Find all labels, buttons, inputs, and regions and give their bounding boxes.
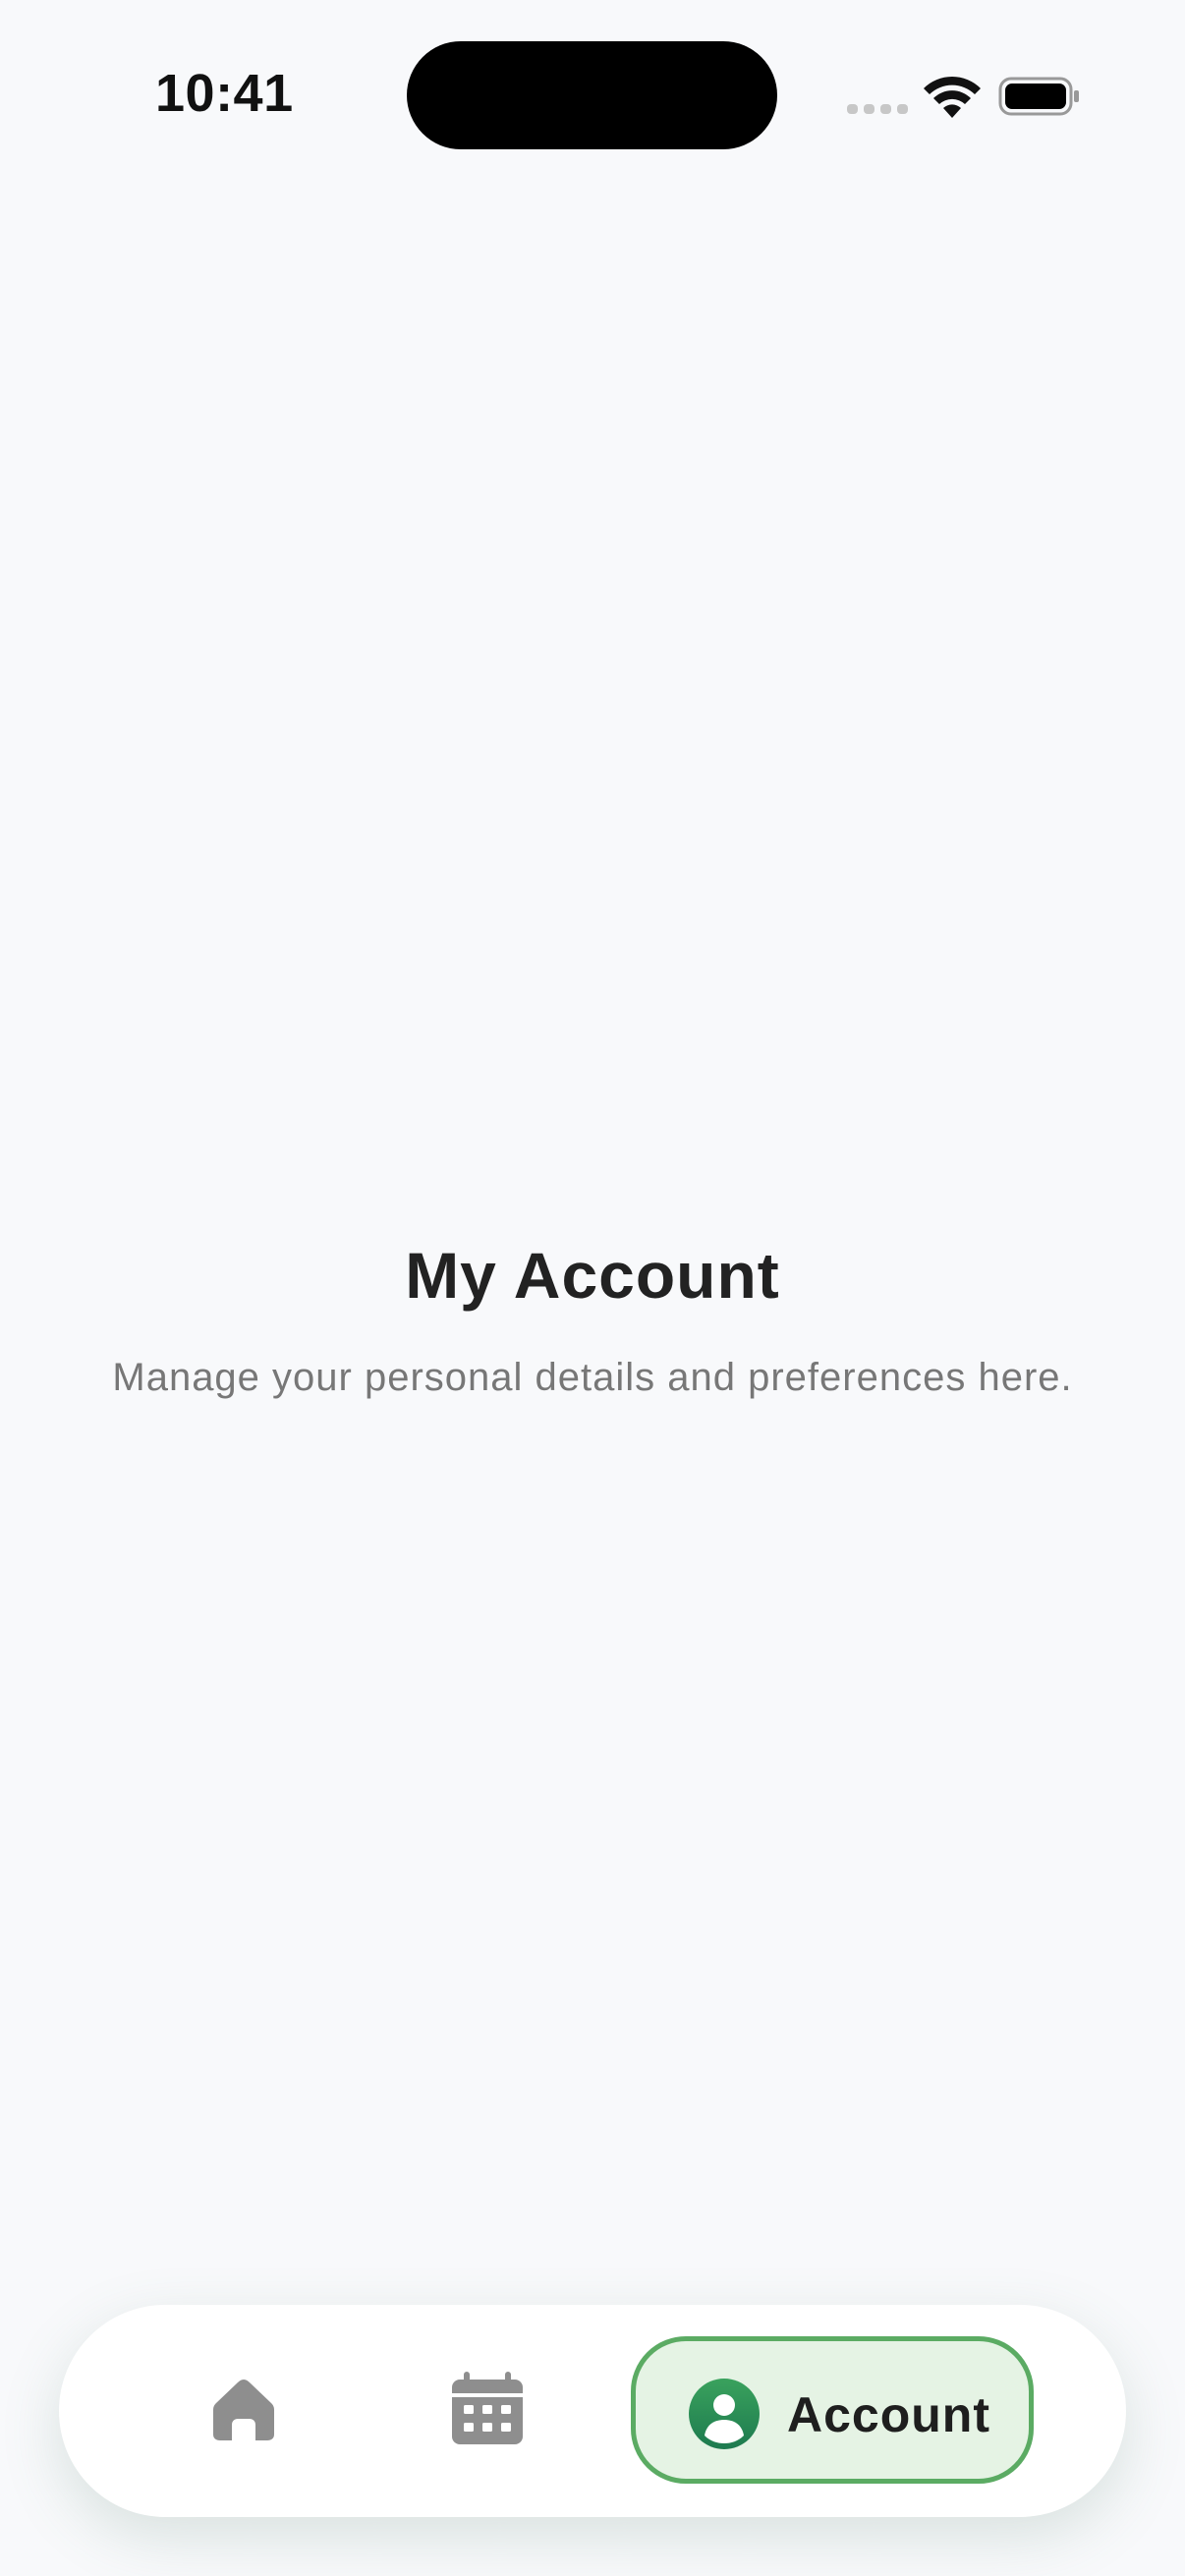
battery-icon bbox=[998, 77, 1079, 116]
bottom-navigation: Account bbox=[59, 2305, 1126, 2517]
account-icon bbox=[689, 2379, 760, 2449]
wifi-icon bbox=[924, 76, 981, 118]
tab-account-label: Account bbox=[787, 2387, 990, 2442]
calendar-icon[interactable] bbox=[450, 2372, 525, 2446]
home-icon[interactable] bbox=[210, 2376, 277, 2442]
page-subtitle: Manage your personal details and prefere… bbox=[112, 1356, 1073, 1399]
account-content: My Account Manage your personal details … bbox=[0, 1238, 1185, 1400]
dynamic-island bbox=[407, 41, 777, 149]
page-title: My Account bbox=[405, 1239, 780, 1312]
tab-account[interactable]: Account bbox=[631, 2336, 1034, 2484]
status-time: 10:41 bbox=[155, 64, 294, 123]
signal-icon bbox=[847, 104, 908, 114]
status-bar: 10:41 bbox=[0, 0, 1185, 196]
